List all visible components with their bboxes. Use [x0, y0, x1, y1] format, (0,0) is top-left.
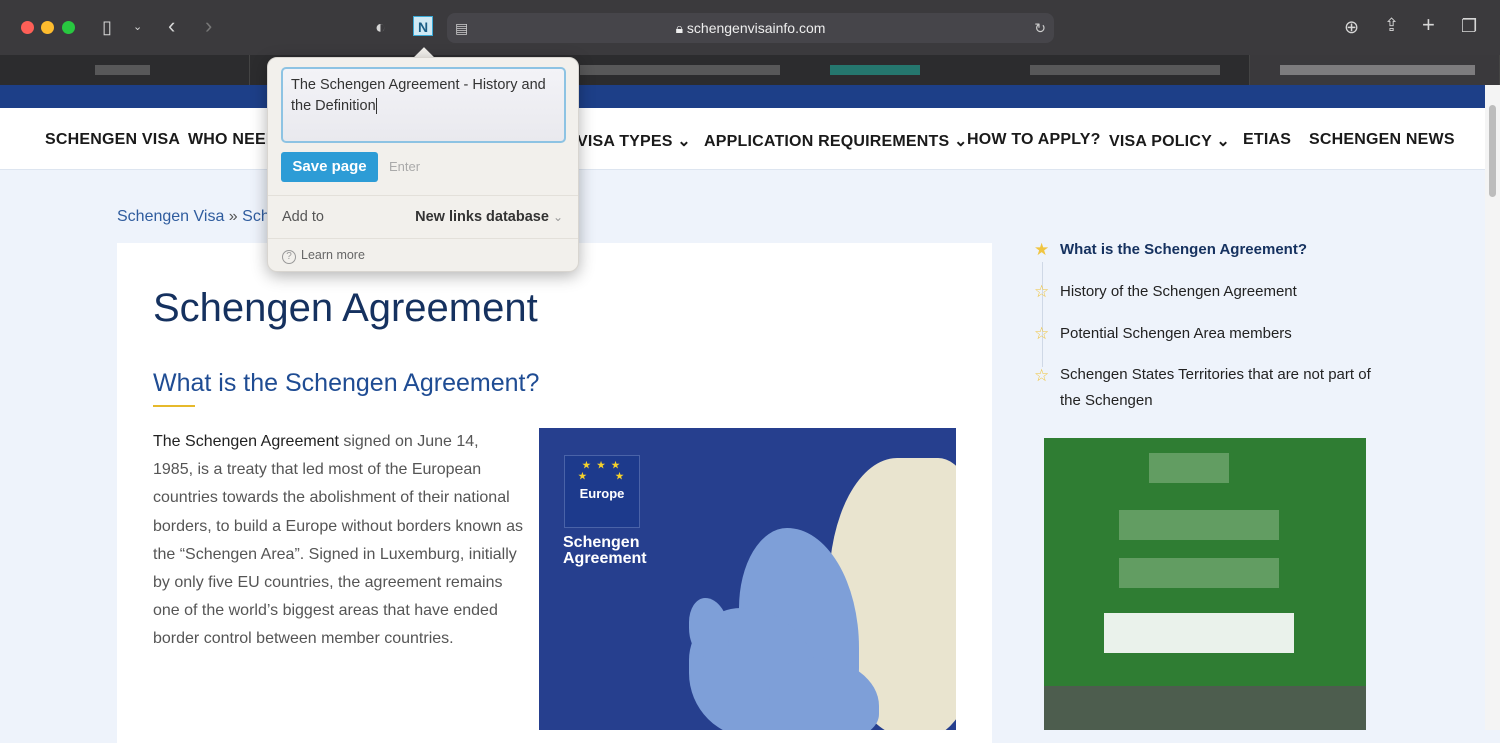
- page-title: Schengen Agreement: [153, 286, 538, 330]
- back-icon[interactable]: ‹: [168, 15, 175, 37]
- section-heading: What is the Schengen Agreement?: [153, 369, 540, 397]
- site-header-banner: [0, 85, 1485, 108]
- forward-icon[interactable]: ›: [205, 15, 212, 37]
- tab-overview-icon[interactable]: ❐: [1461, 16, 1477, 36]
- breadcrumb-current[interactable]: Sch: [242, 208, 270, 225]
- site-navigation: SCHENGEN VISA WHO NEED VISA TYPES ⌄ APPL…: [0, 108, 1485, 170]
- browser-toolbar: ▯ ⌄ ‹ › ◐ N ▤ 🔒︎ schengenvisainfo.com ↻ …: [0, 0, 1500, 55]
- chevron-down-icon: ⌄: [552, 210, 563, 224]
- breadcrumb: Schengen Visa » Sch: [117, 208, 270, 226]
- text-cursor: [375, 98, 377, 115]
- nav-visa-policy[interactable]: VISA POLICY ⌄: [1109, 131, 1230, 151]
- sidebar-icon[interactable]: ▯: [102, 17, 112, 37]
- shortcut-hint: Enter: [389, 159, 421, 174]
- learn-more-label: Learn more: [301, 248, 365, 262]
- lead-text: The Schengen Agreement: [153, 433, 339, 450]
- star-outline-icon: ☆: [1034, 366, 1050, 385]
- badge-text: Europe: [579, 486, 625, 501]
- scrollbar-thumb[interactable]: [1489, 105, 1496, 197]
- breadcrumb-home[interactable]: Schengen Visa: [117, 208, 224, 225]
- map-title: Schengen Agreement: [563, 535, 647, 567]
- nav-schengen-visa[interactable]: SCHENGEN VISA: [45, 131, 180, 149]
- minimize-window-button[interactable]: [41, 21, 54, 34]
- toc-label: Potential Schengen Area members: [1060, 325, 1292, 342]
- tab-active[interactable]: [1250, 55, 1500, 85]
- url-text: schengenvisainfo.com: [686, 20, 826, 36]
- nav-visa-types[interactable]: VISA TYPES ⌄: [577, 131, 691, 151]
- toc-label: Schengen States Territories that are not…: [1060, 366, 1371, 409]
- notion-web-clipper-popup: The Schengen Agreement - History and the…: [267, 57, 579, 272]
- zoom-window-button[interactable]: [62, 21, 75, 34]
- star-outline-icon: ☆: [1034, 282, 1050, 301]
- star-outline-icon: ☆: [1034, 324, 1050, 343]
- reader-icon[interactable]: ▤: [455, 13, 468, 43]
- heading-underline: [153, 405, 195, 407]
- tab[interactable]: [0, 55, 250, 85]
- divider: [268, 238, 578, 239]
- advertisement-blurred[interactable]: [1044, 438, 1366, 730]
- title-value: The Schengen Agreement - History and the…: [291, 77, 546, 114]
- lock-icon: 🔒︎: [675, 20, 687, 36]
- nav-etias[interactable]: ETIAS: [1243, 131, 1291, 149]
- help-icon: ?: [282, 250, 296, 264]
- tab-bar: [0, 55, 1500, 85]
- share-icon[interactable]: ⇪: [1384, 15, 1399, 35]
- download-icon[interactable]: ⊕: [1344, 17, 1359, 37]
- learn-more-link[interactable]: ? Learn more: [282, 248, 365, 264]
- map-title-line: Schengen: [563, 534, 640, 551]
- nav-how-to-apply[interactable]: HOW TO APPLY?: [967, 131, 1101, 149]
- shield-icon[interactable]: ◐: [375, 17, 386, 37]
- address-bar[interactable]: ▤ 🔒︎ schengenvisainfo.com ↻: [447, 13, 1054, 43]
- schengen-map-image: ★ ★ ★ ★ ★ Europe Schengen Agreement: [539, 428, 956, 730]
- database-select[interactable]: New links database ⌄: [415, 209, 563, 225]
- nav-label: VISA POLICY: [1109, 133, 1212, 150]
- save-page-button[interactable]: Save page: [281, 152, 378, 182]
- body-text: signed on June 14, 1985, is a treaty tha…: [153, 433, 523, 648]
- nav-application-requirements[interactable]: APPLICATION REQUIREMENTS ⌄: [704, 131, 968, 151]
- toc-label: What is the Schengen Agreement?: [1060, 241, 1307, 258]
- nav-schengen-news[interactable]: SCHENGEN NEWS: [1309, 131, 1455, 149]
- divider: [268, 195, 578, 196]
- close-window-button[interactable]: [21, 21, 34, 34]
- toc-label: History of the Schengen Agreement: [1060, 283, 1297, 300]
- notion-extension-icon[interactable]: N: [413, 16, 433, 36]
- europe-badge: ★ ★ ★ ★ ★ Europe: [564, 455, 640, 528]
- toc-line: [1042, 262, 1043, 367]
- new-tab-icon[interactable]: +: [1422, 14, 1435, 36]
- star-filled-icon: ★: [1034, 240, 1050, 259]
- chevron-down-icon[interactable]: ⌄: [133, 17, 142, 37]
- breadcrumb-separator: »: [228, 208, 238, 225]
- reload-icon[interactable]: ↻: [1034, 13, 1046, 43]
- nav-label: VISA TYPES: [577, 133, 673, 150]
- page-title-input[interactable]: The Schengen Agreement - History and the…: [281, 67, 566, 143]
- map-title-line: Agreement: [563, 550, 647, 567]
- add-to-label: Add to: [282, 209, 324, 225]
- nav-who-needs[interactable]: WHO NEED: [188, 131, 278, 149]
- nav-label: APPLICATION REQUIREMENTS: [704, 133, 950, 150]
- article-paragraph: The Schengen Agreement signed on June 14…: [153, 428, 523, 654]
- database-value: New links database: [415, 209, 549, 225]
